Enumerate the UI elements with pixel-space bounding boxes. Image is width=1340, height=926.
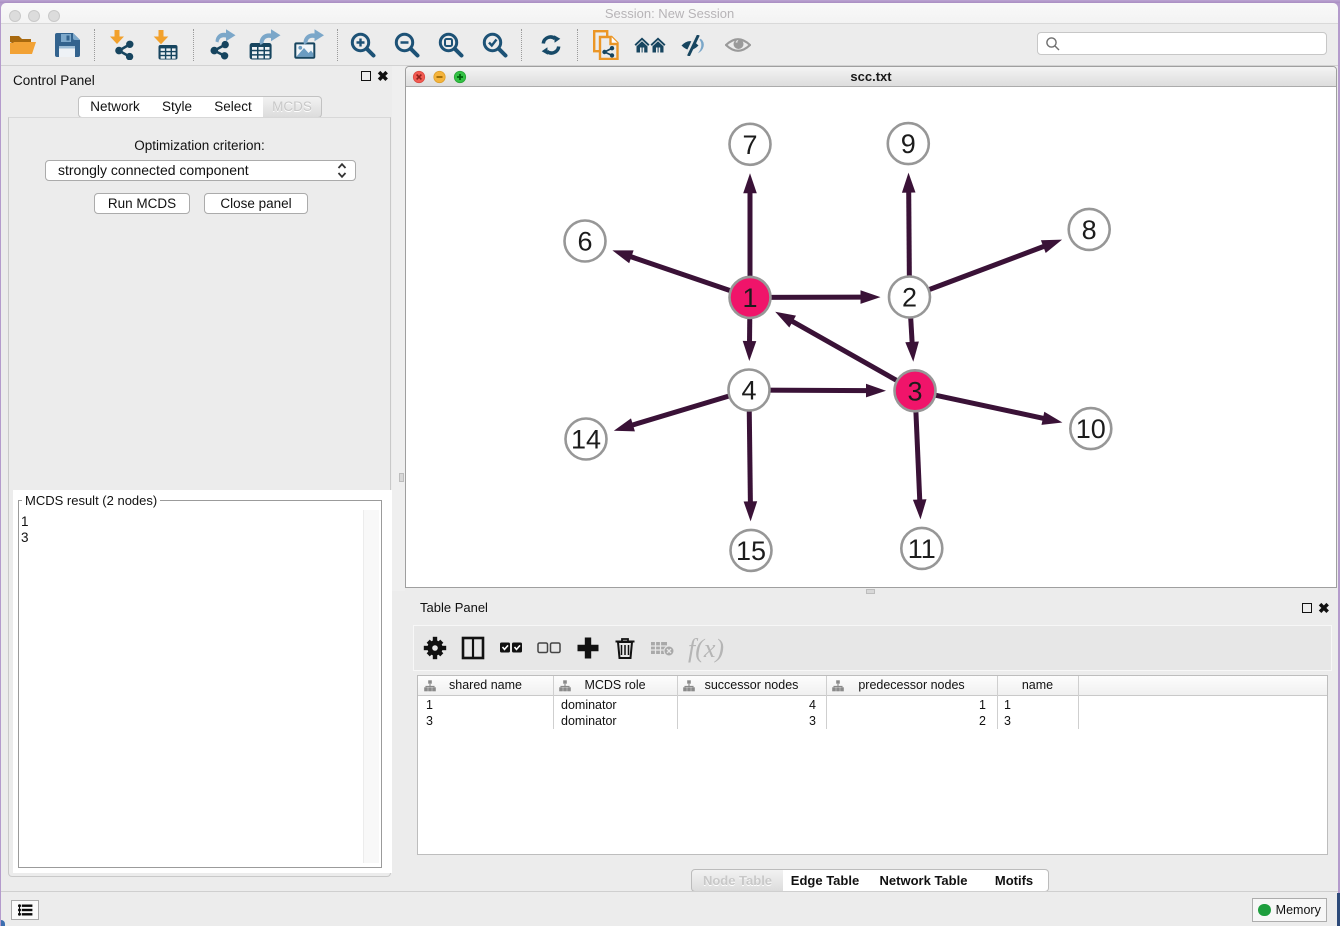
svg-text:2: 2 — [902, 283, 917, 313]
svg-text:15: 15 — [736, 536, 766, 566]
svg-text:9: 9 — [901, 129, 916, 159]
svg-text:1: 1 — [742, 283, 757, 313]
svg-text:10: 10 — [1076, 414, 1106, 444]
svg-text:11: 11 — [908, 534, 936, 564]
svg-text:14: 14 — [571, 425, 601, 455]
svg-text:4: 4 — [741, 376, 756, 406]
svg-text:7: 7 — [742, 130, 757, 160]
svg-text:f(x): f(x) — [688, 634, 724, 663]
svg-text:6: 6 — [577, 227, 592, 257]
svg-text:3: 3 — [907, 376, 922, 406]
svg-text:8: 8 — [1082, 215, 1097, 245]
